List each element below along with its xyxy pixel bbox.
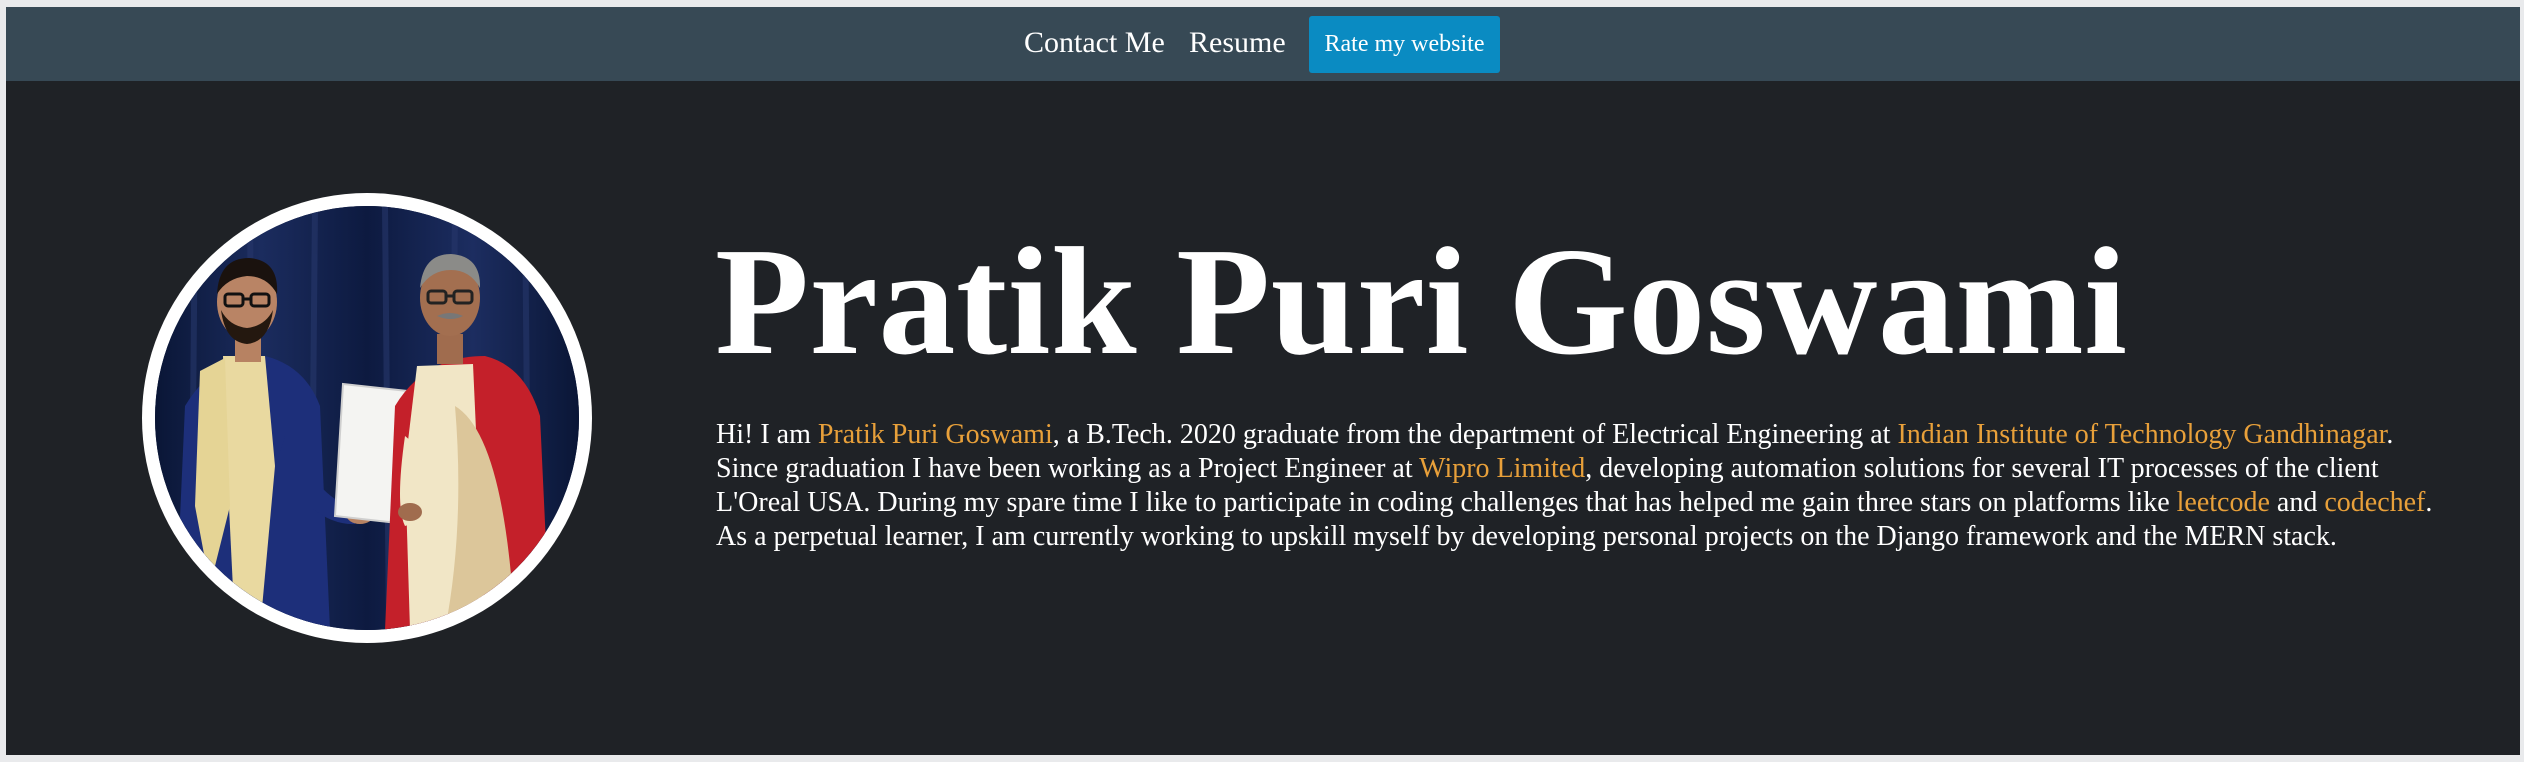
bio-link-wipro[interactable]: Wipro Limited xyxy=(1419,453,1585,484)
profile-photo xyxy=(155,206,579,630)
rate-website-button[interactable]: Rate my website xyxy=(1309,16,1500,73)
navbar: Contact Me Resume Rate my website xyxy=(6,7,2520,81)
bio-text: and xyxy=(2269,487,2325,518)
bio-link-leetcode[interactable]: leetcode xyxy=(2177,487,2270,518)
bio-text: Hi! I am xyxy=(716,419,818,450)
bio-link-name[interactable]: Pratik Puri Goswami xyxy=(818,419,1053,450)
nav-contact-link[interactable]: Contact Me xyxy=(1024,28,1165,58)
nav-resume-link[interactable]: Resume xyxy=(1189,28,1286,58)
bio-link-codechef[interactable]: codechef xyxy=(2324,487,2425,518)
bio-paragraph: Hi! I am Pratik Puri Goswami, a B.Tech. … xyxy=(716,418,2456,554)
profile-photo-frame xyxy=(142,193,592,643)
bio-text: , a B.Tech. 2020 graduate from the depar… xyxy=(1052,419,1898,450)
page-frame: Contact Me Resume Rate my website Pratik… xyxy=(6,7,2520,755)
hero-name-heading: Pratik Puri Goswami xyxy=(715,217,2128,387)
bio-link-iit-gandhinagar[interactable]: Indian Institute of Technology Gandhinag… xyxy=(1897,419,2386,450)
